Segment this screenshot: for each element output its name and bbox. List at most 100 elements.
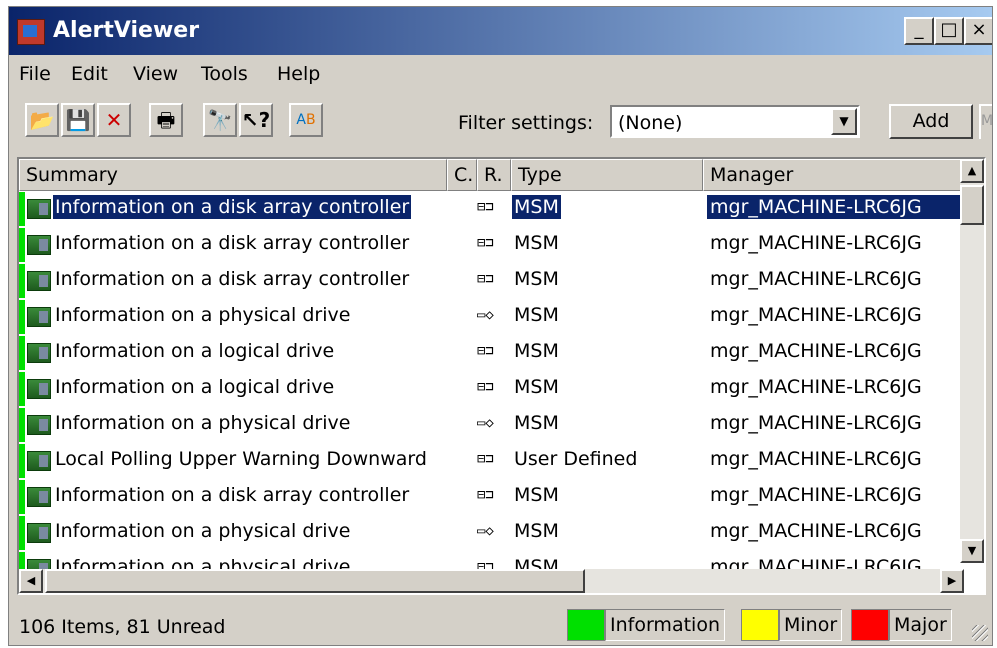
column-header-c[interactable]: C. [447, 159, 477, 191]
severity-indicator [19, 192, 25, 226]
title-bar: AlertViewer _ □ × [9, 7, 992, 55]
table-row[interactable]: Information on a disk array controller ⊟⊐… [19, 263, 964, 299]
summary-cell: Information on a disk array controller [55, 484, 410, 506]
type-cell: MSM [514, 412, 559, 434]
type-icon: ⊟⊐ [477, 451, 494, 467]
save-icon[interactable]: 💾 [61, 103, 95, 137]
table-row[interactable]: Local Polling Upper Warning Downward ⊟⊐ Us… [19, 443, 964, 479]
menu-help[interactable]: Help [277, 63, 320, 85]
alert-icon [27, 379, 51, 399]
horizontal-scroll-thumb[interactable] [45, 569, 585, 593]
table-row[interactable]: Information on a physical drive ▭◇ MSM mgr_… [19, 515, 964, 551]
summary-cell: Information on a disk array controller [55, 232, 410, 254]
legend-information-label: Information [605, 609, 725, 641]
open-folder-icon[interactable]: 📂 [25, 103, 59, 137]
scroll-right-icon[interactable]: ▶ [940, 569, 964, 593]
help-icon[interactable]: ↖? [239, 103, 273, 137]
summary-cell: Information on a physical drive [55, 520, 351, 542]
menu-file[interactable]: File [19, 63, 51, 85]
scroll-left-icon[interactable]: ◀ [19, 569, 43, 593]
type-icon: ⊟⊐ [477, 379, 494, 395]
close-button[interactable]: × [964, 17, 992, 45]
filter-settings-label: Filter settings: [458, 112, 594, 134]
table-row[interactable]: Information on a disk array controller ⊟⊐… [19, 227, 964, 263]
summary-cell: Information on a physical drive [55, 412, 351, 434]
summary-cell: Information on a logical drive [55, 340, 335, 362]
table-row[interactable]: Information on a logical drive ⊟⊐ MSM mgr_M… [19, 335, 964, 371]
alert-icon [27, 451, 51, 471]
maximize-button[interactable]: □ [934, 17, 964, 45]
type-cell: MSM [514, 268, 559, 290]
menu-tools[interactable]: Tools [201, 63, 248, 85]
find-icon[interactable]: 🔭 [203, 103, 237, 137]
summary-cell: Information on a disk array controller [55, 268, 410, 290]
delete-icon[interactable]: ✕ [97, 103, 131, 137]
table-row[interactable]: Information on a physical drive ▭◇ MSM mgr_… [19, 407, 964, 443]
type-cell: MSM [514, 340, 559, 362]
print-icon[interactable]: 🖶 [149, 103, 183, 137]
status-bar: 106 Items, 81 Unread Information Minor M… [9, 605, 992, 645]
alert-icon [27, 307, 51, 327]
extra-toolbar-button[interactable]: M [979, 104, 992, 139]
manager-cell: mgr_MACHINE-LRC6JG [710, 268, 922, 290]
column-header-r[interactable]: R. [477, 159, 511, 191]
alert-icon [27, 415, 51, 435]
alertviewer-window: AlertViewer _ □ × File Edit View Tools H… [8, 6, 993, 646]
chevron-down-icon[interactable]: ▼ [831, 108, 857, 135]
type-cell: MSM [514, 304, 559, 326]
type-icon: ⊟⊐ [477, 235, 494, 251]
summary-cell: Information on a logical drive [55, 376, 335, 398]
minimize-button[interactable]: _ [904, 17, 934, 45]
font-icon[interactable]: AB [289, 103, 323, 137]
vertical-scroll-thumb[interactable] [960, 185, 984, 225]
manager-cell: mgr_MACHINE-LRC6JG [710, 448, 922, 470]
menu-view[interactable]: View [133, 63, 178, 85]
scroll-up-icon[interactable]: ▲ [960, 159, 984, 183]
type-icon: ⊟⊐ [477, 343, 494, 359]
type-icon: ▭◇ [477, 307, 494, 323]
table-row[interactable]: Information on a logical drive ⊟⊐ MSM mgr_M… [19, 371, 964, 407]
severity-indicator [19, 408, 25, 442]
scroll-down-icon[interactable]: ▼ [960, 539, 984, 563]
severity-indicator [19, 228, 25, 262]
table-row[interactable]: Information on a disk array controller ⊟⊐… [19, 479, 964, 515]
horizontal-scrollbar[interactable]: ◀ ▶ [19, 569, 964, 593]
legend-major-label: Major [889, 609, 952, 641]
type-icon: ⊟⊐ [477, 271, 494, 287]
type-icon: ⊟⊐ [477, 487, 494, 503]
menu-edit[interactable]: Edit [71, 63, 108, 85]
item-count-status: 106 Items, 81 Unread [19, 616, 226, 638]
alert-list: Summary C. R. Type Manager Information o… [17, 157, 986, 595]
severity-indicator [19, 480, 25, 514]
severity-indicator [19, 372, 25, 406]
type-icon: ▭◇ [477, 523, 494, 539]
vertical-scrollbar[interactable]: ▲ ▼ [960, 159, 984, 563]
severity-indicator [19, 516, 25, 550]
filter-settings-select[interactable]: (None) ▼ [610, 105, 860, 138]
type-cell: MSM [512, 195, 561, 219]
alert-icon [27, 523, 51, 543]
resize-grip-icon[interactable] [972, 625, 988, 641]
menu-bar: File Edit View Tools Help [9, 57, 992, 91]
legend-minor-label: Minor [779, 609, 843, 641]
alert-icon [27, 487, 51, 507]
alert-icon [27, 199, 51, 219]
column-header-summary[interactable]: Summary [19, 159, 447, 191]
filter-settings-value: (None) [618, 112, 683, 134]
table-row[interactable]: Information on a physical drive ▭◇ MSM mgr_… [19, 299, 964, 335]
type-cell: MSM [514, 484, 559, 506]
manager-cell: mgr_MACHINE-LRC6JG [707, 195, 963, 219]
manager-cell: mgr_MACHINE-LRC6JG [710, 340, 922, 362]
column-header-type[interactable]: Type [511, 159, 703, 191]
type-cell: MSM [514, 520, 559, 542]
add-button[interactable]: Add [889, 104, 973, 139]
alert-icon [27, 235, 51, 255]
app-icon [17, 19, 45, 45]
table-row[interactable]: Information on a disk array controller ⊟⊐… [19, 191, 964, 227]
toolbar: 📂 💾 ✕ 🖶 🔭 ↖? AB Filter settings: (None) … [9, 93, 992, 149]
type-icon: ⊟⊐ [477, 199, 494, 215]
type-cell: MSM [514, 376, 559, 398]
manager-cell: mgr_MACHINE-LRC6JG [710, 304, 922, 326]
alert-icon [27, 271, 51, 291]
column-header-manager[interactable]: Manager [703, 159, 964, 191]
